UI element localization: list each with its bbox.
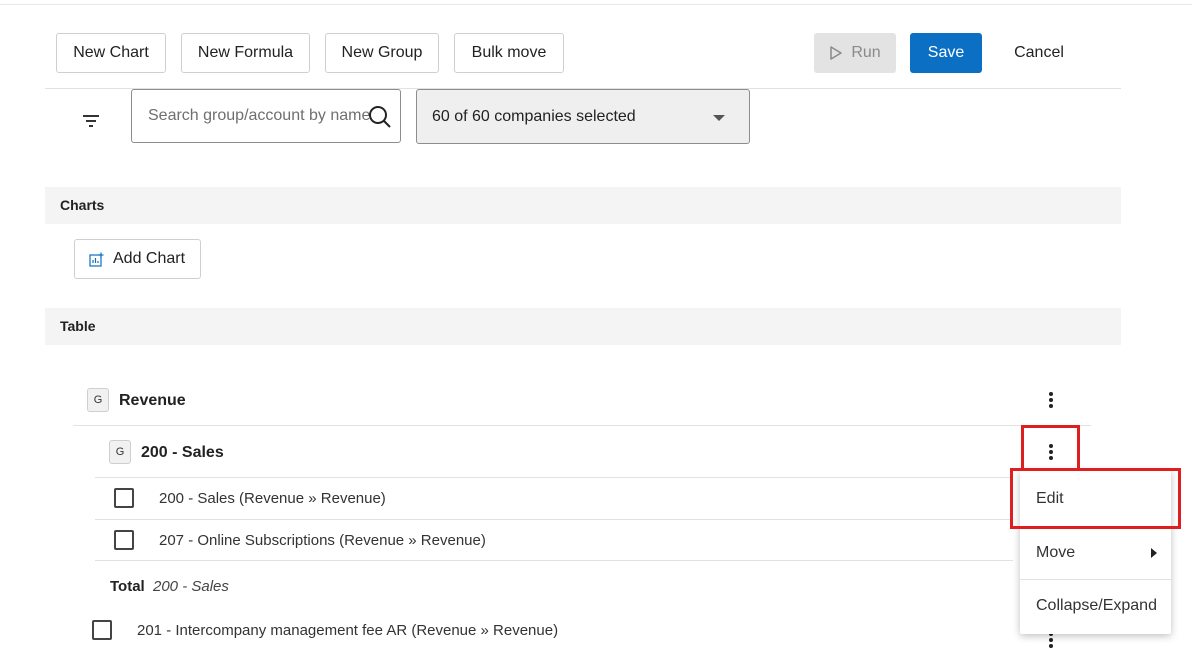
search-box <box>131 89 401 143</box>
account-label: 200 - Sales (Revenue » Revenue) <box>159 490 386 507</box>
highlight-box-kebab <box>1021 425 1080 471</box>
new-group-button[interactable]: New Group <box>325 33 439 73</box>
search-input[interactable] <box>148 104 370 128</box>
more-options-icon[interactable] <box>1044 390 1058 410</box>
search-icon[interactable] <box>368 105 392 129</box>
top-divider <box>0 4 1192 5</box>
menu-divider <box>1020 579 1171 580</box>
company-select-value: 60 of 60 companies selected <box>432 108 636 125</box>
account-checkbox[interactable] <box>92 620 112 640</box>
account-checkbox[interactable] <box>114 488 134 508</box>
row-divider <box>95 560 1013 561</box>
table-section-header: Table <box>45 308 1121 345</box>
highlight-box-edit <box>1010 468 1181 529</box>
cancel-button[interactable]: Cancel <box>1000 33 1078 73</box>
account-checkbox[interactable] <box>114 530 134 550</box>
company-select-dropdown[interactable]: 60 of 60 companies selected <box>416 89 750 144</box>
account-label: 207 - Online Subscriptions (Revenue » Re… <box>159 532 486 549</box>
total-group-name: 200 - Sales <box>153 578 229 595</box>
group-name-revenue: Revenue <box>119 392 186 409</box>
new-chart-button[interactable]: New Chart <box>56 33 166 73</box>
chevron-right-icon <box>1151 548 1157 558</box>
row-divider <box>73 425 1091 426</box>
menu-item-move-label: Move <box>1036 544 1076 561</box>
menu-item-move[interactable]: Move <box>1020 528 1171 578</box>
run-button-label: Run <box>851 44 881 61</box>
row-divider <box>95 477 1013 478</box>
save-button[interactable]: Save <box>910 33 982 73</box>
add-chart-label: Add Chart <box>113 250 186 267</box>
chevron-down-icon <box>713 115 725 121</box>
menu-item-collapse-expand[interactable]: Collapse/Expand <box>1020 581 1171 631</box>
add-chart-button[interactable]: Add Chart <box>74 239 201 279</box>
add-chart-icon <box>89 252 104 267</box>
total-label: Total <box>110 578 145 595</box>
account-label: 201 - Intercompany management fee AR (Re… <box>137 622 559 639</box>
group-badge: G <box>109 440 131 464</box>
row-divider <box>95 519 1013 520</box>
new-formula-button[interactable]: New Formula <box>181 33 310 73</box>
group-badge: G <box>87 388 109 412</box>
bulk-move-button[interactable]: Bulk move <box>454 33 564 73</box>
filter-icon[interactable] <box>82 113 100 129</box>
run-button[interactable]: Run <box>814 33 896 73</box>
charts-section-header: Charts <box>45 187 1121 224</box>
play-icon <box>830 46 843 60</box>
group-name-200-sales: 200 - Sales <box>141 444 224 461</box>
